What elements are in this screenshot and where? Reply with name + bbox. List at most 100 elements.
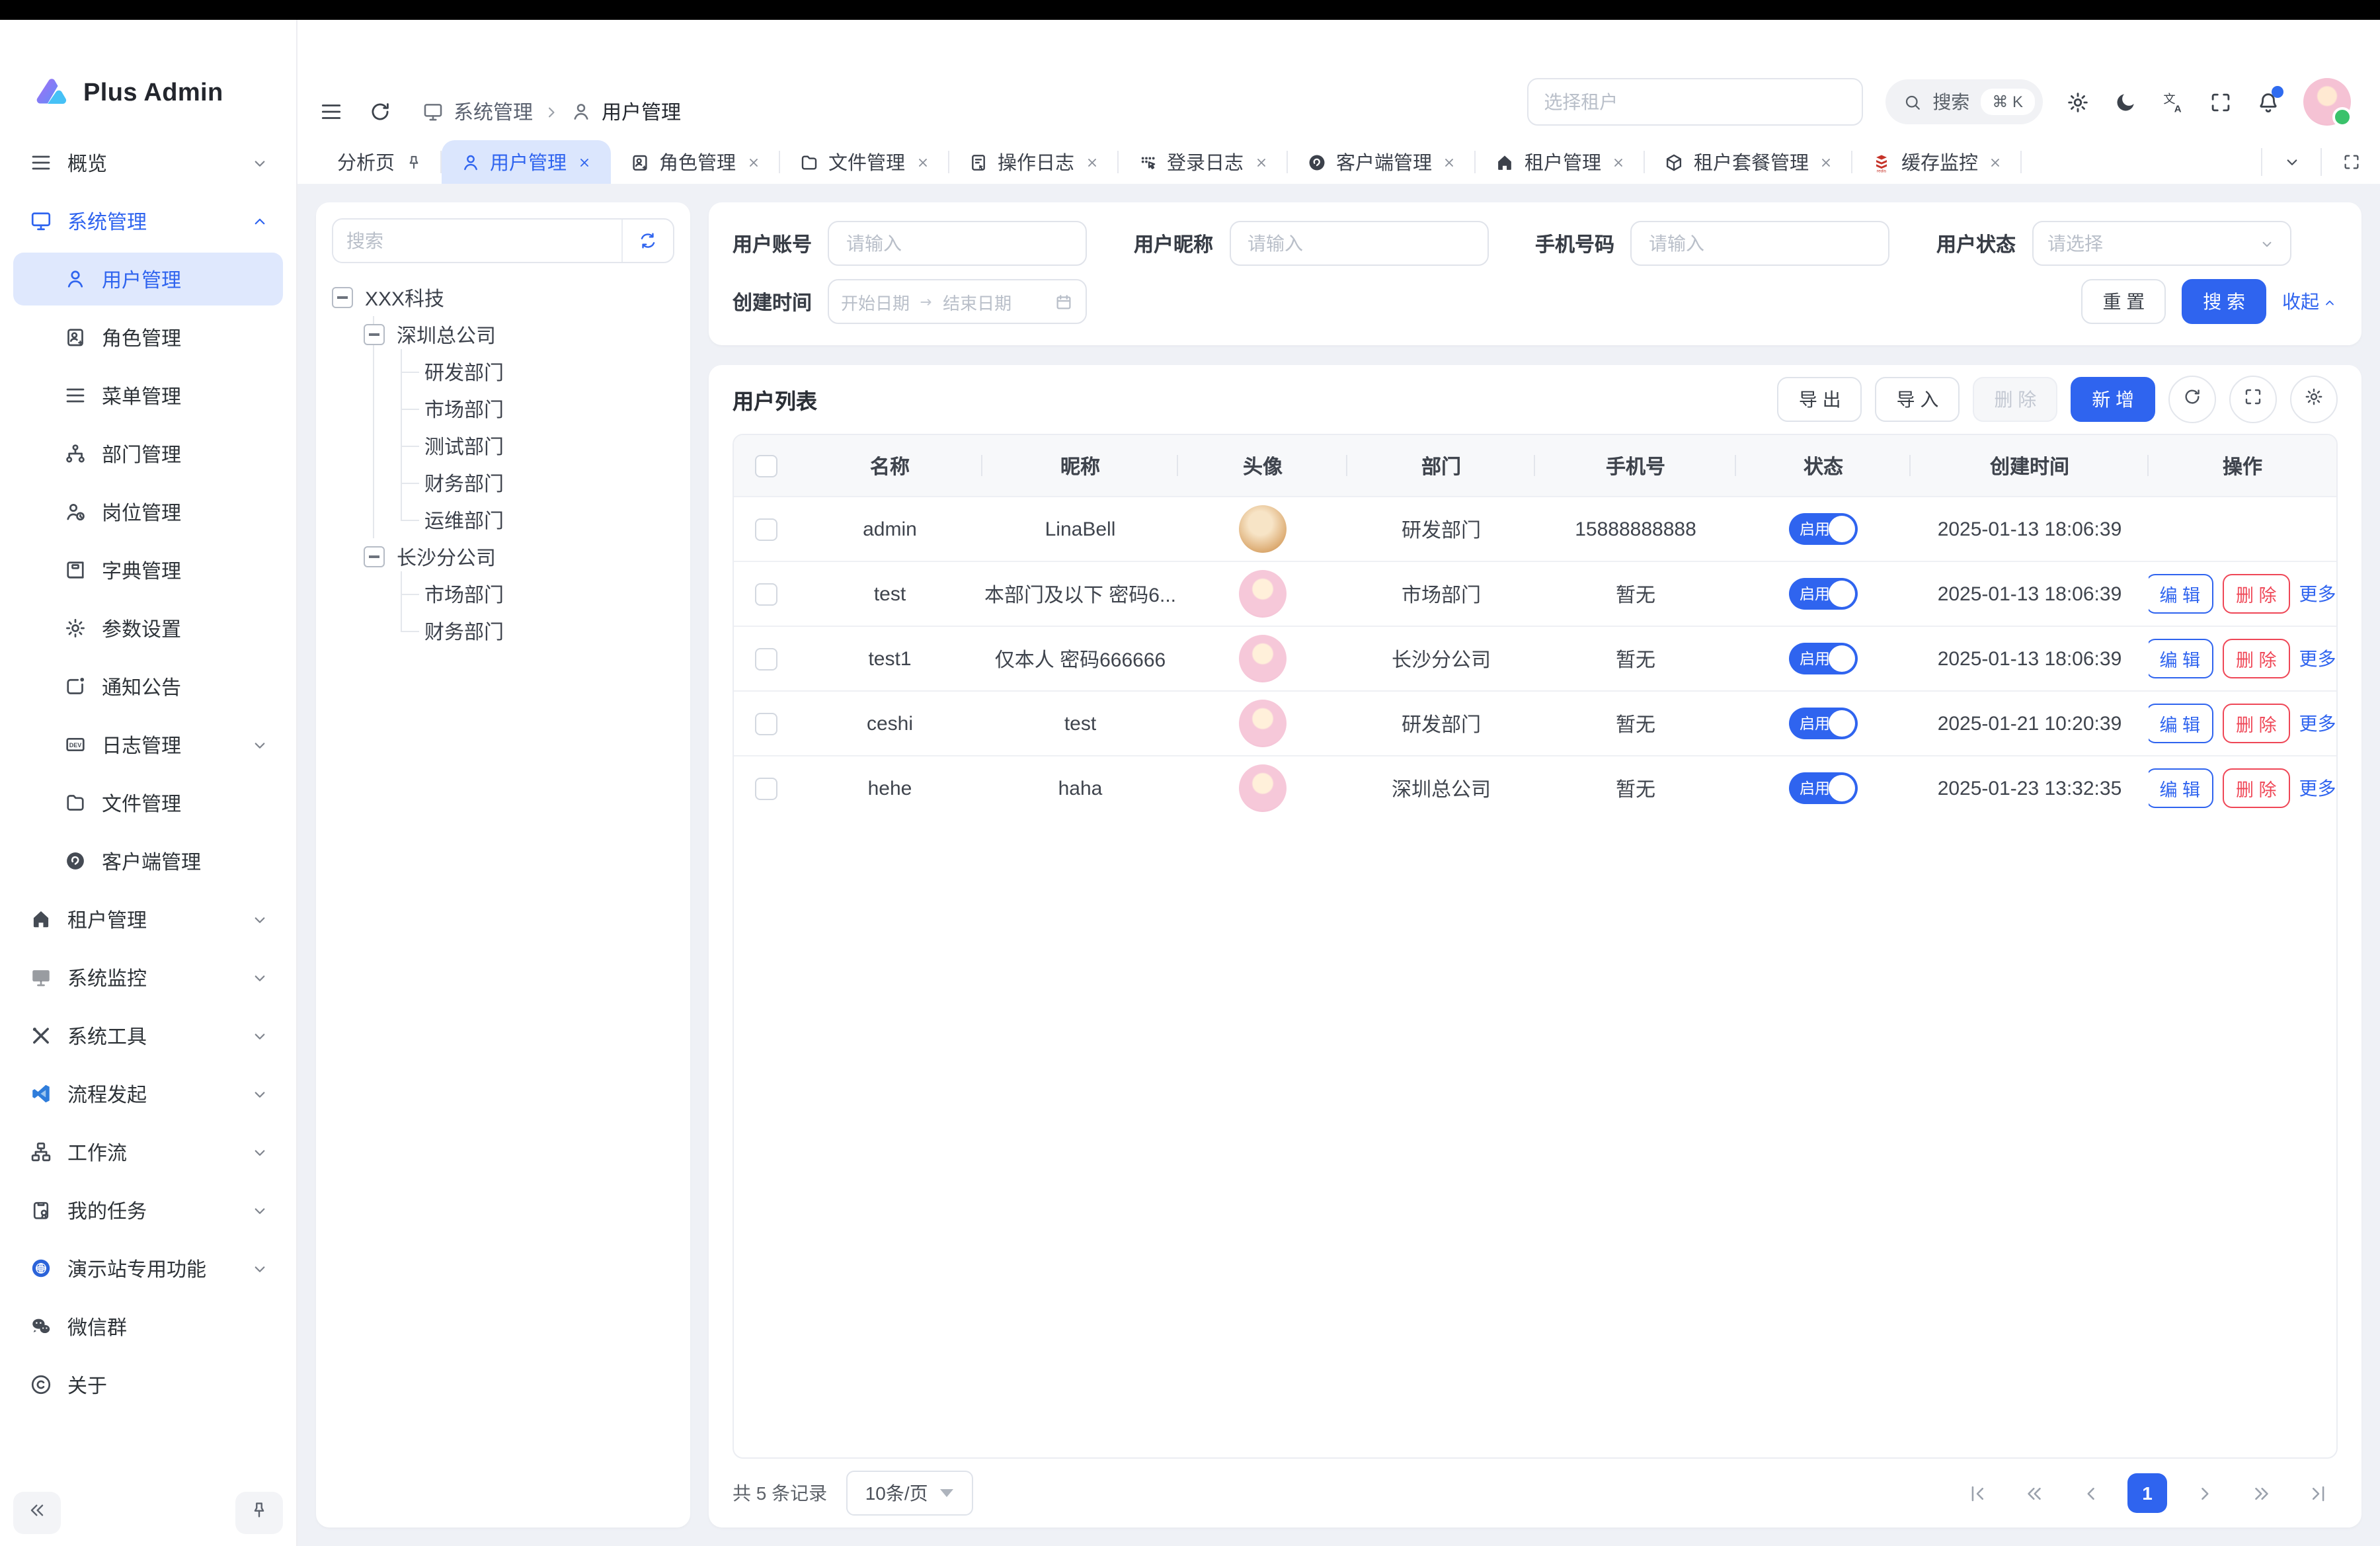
sidebar-item-9[interactable]: 通知公告 bbox=[13, 660, 283, 713]
import-button[interactable]: 导 入 bbox=[1876, 377, 1960, 422]
tree-search-input[interactable] bbox=[333, 220, 621, 262]
tenant-select-input[interactable]: 选择租户 bbox=[1527, 78, 1862, 126]
breadcrumb-system[interactable]: 系统管理 bbox=[454, 98, 533, 126]
tree-collapse-icon[interactable] bbox=[364, 324, 385, 345]
first-page-button[interactable] bbox=[1957, 1473, 1997, 1513]
app-logo[interactable]: Plus Admin bbox=[0, 20, 296, 120]
tab-8[interactable]: 租户套餐管理 bbox=[1645, 140, 1852, 184]
status-toggle[interactable]: 启用 bbox=[1789, 643, 1858, 674]
global-search-button[interactable]: 搜索 ⌘ K bbox=[1885, 79, 2043, 124]
edit-button[interactable]: 编 辑 bbox=[2149, 574, 2213, 614]
status-toggle[interactable]: 启用 bbox=[1789, 772, 1858, 804]
sidebar-item-10[interactable]: DEV日志管理 bbox=[13, 718, 283, 771]
close-icon[interactable] bbox=[914, 154, 930, 170]
translate-icon[interactable]: 文A bbox=[2161, 89, 2186, 114]
sidebar-item-14[interactable]: 系统监控 bbox=[13, 951, 283, 1004]
tabs-fullscreen-button[interactable] bbox=[2322, 152, 2380, 172]
export-button[interactable]: 导 出 bbox=[1778, 377, 1862, 422]
tabs-dropdown-button[interactable] bbox=[2262, 152, 2320, 172]
table-refresh-button[interactable] bbox=[2168, 376, 2216, 423]
tree-node-company[interactable]: XXX科技 bbox=[332, 279, 674, 316]
tree-refresh-button[interactable] bbox=[621, 220, 673, 262]
tree-node-dept[interactable]: 研发部门 bbox=[332, 353, 674, 390]
tab-5[interactable]: 登录日志 bbox=[1118, 140, 1287, 184]
close-icon[interactable] bbox=[1987, 154, 2003, 170]
nickname-input[interactable] bbox=[1245, 231, 1472, 255]
tree-collapse-icon[interactable] bbox=[332, 287, 353, 308]
edit-button[interactable]: 编 辑 bbox=[2149, 768, 2213, 808]
tree-node-dept[interactable]: 市场部门 bbox=[332, 575, 674, 612]
more-button[interactable]: 更多 bbox=[2297, 768, 2336, 808]
sidebar-collapse-button[interactable] bbox=[13, 1492, 61, 1534]
tree-node-dept[interactable]: 财务部门 bbox=[332, 464, 674, 501]
select-all-checkbox[interactable] bbox=[754, 454, 777, 477]
tree-node-changsha[interactable]: 长沙分公司 bbox=[332, 538, 674, 575]
tab-2[interactable]: 角色管理 bbox=[610, 140, 779, 184]
tab-0[interactable]: 分析页 bbox=[319, 140, 441, 184]
row-checkbox[interactable] bbox=[754, 583, 777, 605]
breadcrumb-users[interactable]: 用户管理 bbox=[602, 98, 681, 126]
account-input[interactable] bbox=[844, 231, 1071, 255]
sidebar-item-4[interactable]: 菜单管理 bbox=[13, 369, 283, 422]
collapse-filters-link[interactable]: 收起 bbox=[2282, 288, 2338, 315]
settings-gear-icon[interactable] bbox=[2065, 89, 2090, 114]
tree-node-shenzhen[interactable]: 深圳总公司 bbox=[332, 316, 674, 353]
sidebar-item-0[interactable]: 概览 bbox=[13, 136, 283, 189]
close-icon[interactable] bbox=[1610, 154, 1626, 170]
close-icon[interactable] bbox=[745, 154, 761, 170]
date-range-picker[interactable]: 开始日期 结束日期 bbox=[828, 279, 1087, 324]
table-settings-button[interactable] bbox=[2290, 376, 2338, 423]
delete-row-button[interactable]: 删 除 bbox=[2223, 574, 2290, 614]
table-fullscreen-button[interactable] bbox=[2229, 376, 2277, 423]
sidebar-item-21[interactable]: 关于 bbox=[13, 1358, 283, 1411]
row-checkbox[interactable] bbox=[754, 647, 777, 670]
delete-row-button[interactable]: 删 除 bbox=[2223, 704, 2290, 743]
prev-page-button[interactable] bbox=[2071, 1473, 2110, 1513]
sidebar-pin-button[interactable] bbox=[235, 1492, 283, 1534]
sidebar-item-12[interactable]: 客户端管理 bbox=[13, 834, 283, 887]
dark-mode-moon-icon[interactable] bbox=[2113, 89, 2138, 114]
status-toggle[interactable]: 启用 bbox=[1789, 578, 1858, 610]
row-checkbox[interactable] bbox=[754, 777, 777, 799]
more-button[interactable]: 更多 bbox=[2297, 704, 2336, 743]
user-avatar[interactable] bbox=[2303, 78, 2351, 126]
sidebar-item-16[interactable]: 流程发起 bbox=[13, 1067, 283, 1120]
next-page-button[interactable] bbox=[2184, 1473, 2224, 1513]
tree-node-dept[interactable]: 财务部门 bbox=[332, 612, 674, 649]
sidebar-item-7[interactable]: 字典管理 bbox=[13, 544, 283, 596]
status-select[interactable]: 请选择 bbox=[2032, 221, 2291, 266]
sidebar-item-15[interactable]: 系统工具 bbox=[13, 1009, 283, 1062]
row-checkbox[interactable] bbox=[754, 712, 777, 735]
tab-9[interactable]: redis缓存监控 bbox=[1852, 140, 2022, 184]
delete-button[interactable]: 删 除 bbox=[1973, 377, 2057, 422]
tree-node-dept[interactable]: 测试部门 bbox=[332, 427, 674, 464]
more-button[interactable]: 更多 bbox=[2297, 639, 2336, 678]
phone-input[interactable] bbox=[1646, 231, 1874, 255]
close-icon[interactable] bbox=[1441, 154, 1457, 170]
tab-6[interactable]: 客户端管理 bbox=[1287, 140, 1476, 184]
tree-node-dept[interactable]: 市场部门 bbox=[332, 390, 674, 427]
refresh-icon[interactable] bbox=[368, 99, 393, 124]
tab-1[interactable]: 用户管理 bbox=[441, 140, 610, 184]
delete-row-button[interactable]: 删 除 bbox=[2223, 639, 2290, 678]
sidebar-item-8[interactable]: 参数设置 bbox=[13, 602, 283, 655]
sidebar-item-2[interactable]: 用户管理 bbox=[13, 253, 283, 305]
edit-button[interactable]: 编 辑 bbox=[2149, 639, 2213, 678]
more-button[interactable]: 更多 bbox=[2297, 574, 2336, 614]
last-page-button[interactable] bbox=[2298, 1473, 2338, 1513]
tab-7[interactable]: 租户管理 bbox=[1476, 140, 1645, 184]
row-checkbox[interactable] bbox=[754, 518, 777, 540]
notifications-bell-icon[interactable] bbox=[2256, 89, 2281, 114]
jump-back-button[interactable] bbox=[2014, 1473, 2053, 1513]
pin-icon[interactable] bbox=[404, 153, 422, 171]
sidebar-item-1[interactable]: 系统管理 bbox=[13, 194, 283, 247]
page-size-select[interactable]: 10条/页 bbox=[846, 1471, 972, 1516]
reset-button[interactable]: 重 置 bbox=[2081, 279, 2166, 324]
current-page-button[interactable]: 1 bbox=[2127, 1473, 2167, 1513]
close-icon[interactable] bbox=[1253, 154, 1269, 170]
status-toggle[interactable]: 启用 bbox=[1789, 708, 1858, 739]
sidebar-item-18[interactable]: 我的任务 bbox=[13, 1184, 283, 1237]
close-icon[interactable] bbox=[1084, 154, 1099, 170]
sidebar-item-19[interactable]: 演示站专用功能 bbox=[13, 1242, 283, 1295]
tree-node-dept[interactable]: 运维部门 bbox=[332, 501, 674, 538]
